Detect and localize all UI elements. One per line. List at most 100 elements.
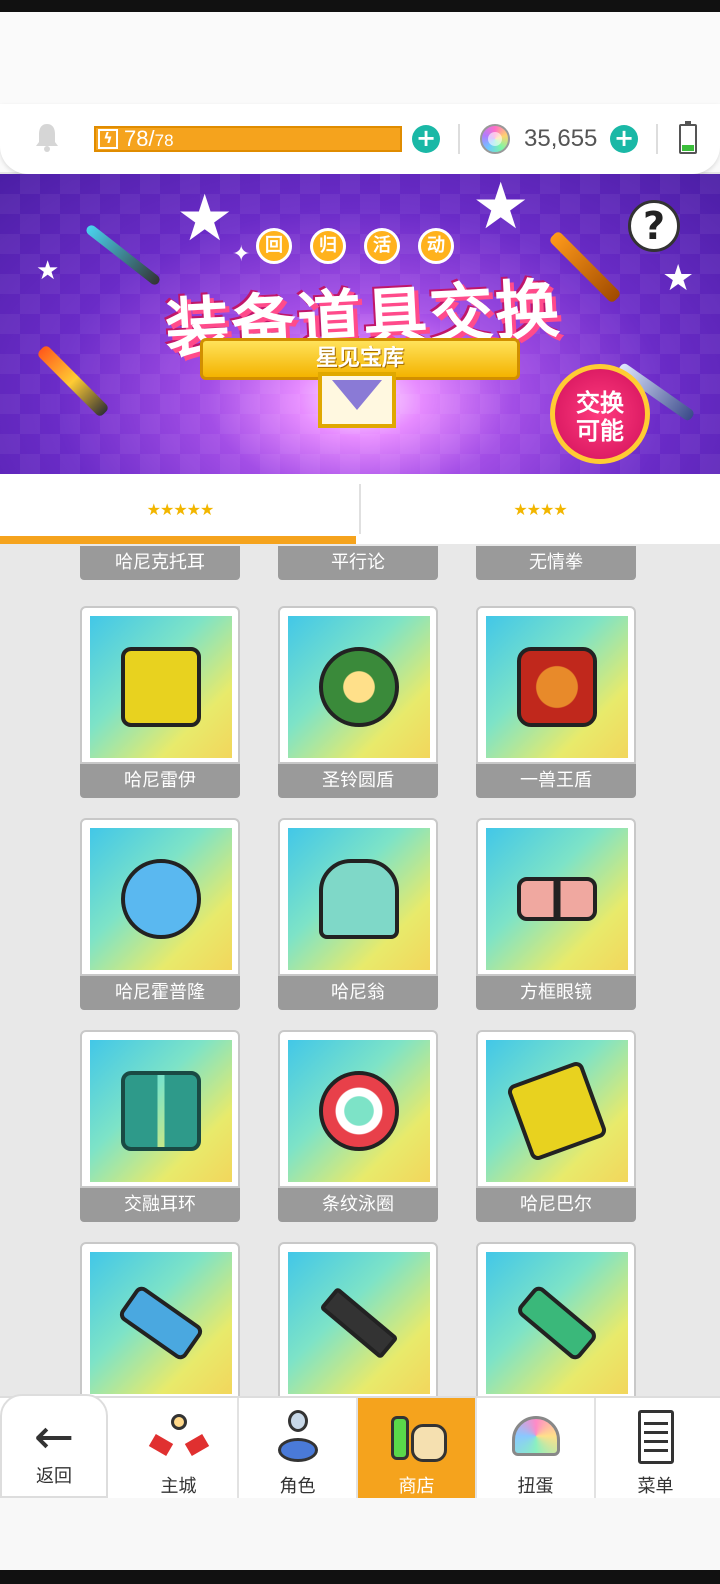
energy-max: 78 <box>154 131 174 150</box>
item-name: 交融耳环 <box>80 1188 240 1222</box>
bottom-nav: 主城 角色 商店 扭蛋 菜单 <box>0 1396 720 1500</box>
nav-item-main-city[interactable]: 主城 <box>120 1398 239 1500</box>
item-frame <box>80 1030 240 1188</box>
gem-count: 35,655 <box>524 125 598 152</box>
shop-icon <box>387 1408 447 1466</box>
nav-item-character[interactable]: 角色 <box>239 1398 358 1500</box>
gem-icon <box>480 124 510 154</box>
divider <box>458 124 460 154</box>
energy-bolt-icon: ϟ <box>98 129 118 149</box>
item-image <box>288 828 430 970</box>
divider <box>656 124 658 154</box>
item-image <box>90 616 232 758</box>
item-name: 哈尼霍普隆 <box>80 976 240 1010</box>
gacha-icon <box>506 1408 566 1466</box>
item-image <box>90 1252 232 1394</box>
nav-item-menu[interactable]: 菜单 <box>596 1398 715 1500</box>
star-decoration-icon: ★ <box>472 174 530 244</box>
item-label[interactable]: 哈尼克托耳 <box>80 546 240 580</box>
nav-item-shop[interactable]: 商店 <box>358 1398 477 1500</box>
item-grid[interactable]: 哈尼克托耳 平行论 无情拳 哈尼雷伊 圣铃圆盾 一兽王盾 哈尼霍普隆 哈尼翁 方… <box>0 544 720 1396</box>
nav-label: 角色 <box>279 1476 316 1497</box>
notification-bell-icon[interactable] <box>34 122 60 152</box>
item-frame <box>80 818 240 976</box>
system-nav-area <box>0 1498 720 1570</box>
active-tab-indicator <box>0 536 356 544</box>
item-frame <box>278 818 438 976</box>
star-decoration-icon: ✦ <box>232 242 251 267</box>
tab-four-star[interactable]: ★★★★ <box>360 474 720 544</box>
item-card[interactable] <box>476 1242 636 1396</box>
item-label[interactable]: 平行论 <box>278 546 438 580</box>
castle-icon <box>148 1408 209 1466</box>
star-decoration-icon: ★ <box>36 256 60 286</box>
assault-rifle-icon <box>319 1286 399 1360</box>
banner-tag: 回 <box>256 228 292 264</box>
energy-value: 78/78 <box>124 126 174 152</box>
swim-ring-icon <box>319 1071 399 1151</box>
system-status-bar <box>0 0 720 12</box>
battery-icon <box>679 121 697 154</box>
help-button[interactable]: ? <box>628 200 680 252</box>
banner-tag: 动 <box>418 228 454 264</box>
item-name: 哈尼翁 <box>278 976 438 1010</box>
star-decoration-icon: ★ <box>176 182 234 256</box>
item-card[interactable]: 圣铃圆盾 <box>278 606 438 798</box>
teal-spirit-icon <box>319 859 399 939</box>
add-gems-button[interactable]: + <box>610 125 638 153</box>
item-card[interactable]: 交融耳环 <box>80 1030 240 1222</box>
item-image <box>288 1040 430 1182</box>
item-frame <box>278 1030 438 1188</box>
item-name: 条纹泳圈 <box>278 1188 438 1222</box>
item-image <box>90 1040 232 1182</box>
system-bottom-bar <box>0 1570 720 1584</box>
tab-five-star[interactable]: ★★★★★ <box>0 474 360 544</box>
item-image <box>288 616 430 758</box>
nav-label: 菜单 <box>637 1476 674 1497</box>
blue-cannon-icon <box>116 1283 206 1363</box>
envelope-icon <box>318 372 396 428</box>
nav-item-gacha[interactable]: 扭蛋 <box>477 1398 596 1500</box>
lion-shield-icon <box>517 647 597 727</box>
back-label: 返回 <box>36 1466 72 1487</box>
item-image <box>90 828 232 970</box>
item-image <box>486 616 628 758</box>
wreath-shield-icon <box>319 647 399 727</box>
menu-list-icon <box>626 1408 686 1466</box>
item-frame <box>80 1242 240 1396</box>
nav-label: 商店 <box>398 1476 435 1497</box>
item-frame <box>476 1242 636 1396</box>
energy-current: 78 <box>124 126 149 151</box>
item-frame <box>476 1030 636 1188</box>
item-label[interactable]: 无情拳 <box>476 546 636 580</box>
glasses-icon <box>517 877 597 921</box>
item-name: 哈尼雷伊 <box>80 764 240 798</box>
item-image <box>486 828 628 970</box>
arrow-left-icon: ← <box>33 1409 75 1465</box>
back-button[interactable]: ← 返回 <box>0 1394 108 1498</box>
item-frame <box>278 606 438 764</box>
add-energy-button[interactable]: + <box>412 125 440 153</box>
item-card[interactable]: 哈尼翁 <box>278 818 438 1010</box>
four-star-icon: ★★★★ <box>513 499 567 519</box>
character-icon <box>268 1408 328 1466</box>
item-card[interactable]: 哈尼雷伊 <box>80 606 240 798</box>
golden-gauntlet-icon <box>121 647 201 727</box>
golden-crown-icon <box>505 1059 609 1163</box>
item-frame <box>80 606 240 764</box>
item-image <box>486 1040 628 1182</box>
item-card[interactable]: 哈尼霍普隆 <box>80 818 240 1010</box>
item-name: 一兽王盾 <box>476 764 636 798</box>
item-card[interactable]: 方框眼镜 <box>476 818 636 1010</box>
item-card[interactable]: 条纹泳圈 <box>278 1030 438 1222</box>
earrings-icon <box>121 1071 201 1151</box>
item-frame <box>278 1242 438 1396</box>
item-card[interactable] <box>278 1242 438 1396</box>
item-card[interactable]: 一兽王盾 <box>476 606 636 798</box>
blue-round-shield-icon <box>121 859 201 939</box>
item-card[interactable]: 哈尼巴尔 <box>476 1030 636 1222</box>
item-image <box>486 1252 628 1394</box>
item-card[interactable] <box>80 1242 240 1396</box>
rarity-tabs: ★★★★★ ★★★★ <box>0 474 720 544</box>
badge-line-2: 可能 <box>576 417 624 445</box>
